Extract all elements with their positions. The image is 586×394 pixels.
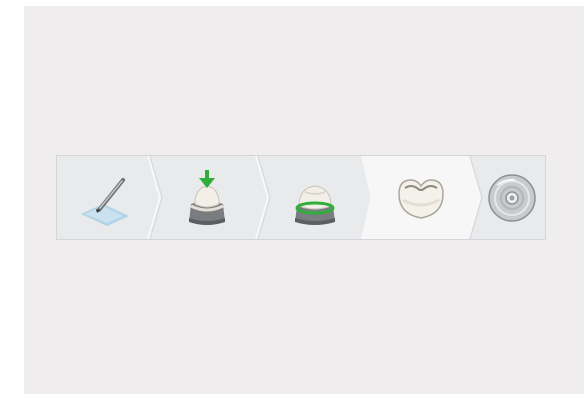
step-insertion-axis[interactable]	[153, 156, 261, 239]
disc-export-icon	[488, 173, 536, 222]
crown-design-icon	[398, 178, 444, 219]
margin-line-icon	[295, 184, 335, 225]
step-export[interactable]	[477, 156, 545, 239]
step-margin-line[interactable]	[261, 156, 369, 239]
insertion-axis-icon	[189, 169, 225, 225]
workflow-step-bar	[56, 155, 546, 240]
step-crown-design[interactable]	[361, 156, 481, 239]
scan-pen-icon	[81, 177, 129, 226]
step-scan[interactable]	[57, 156, 153, 239]
